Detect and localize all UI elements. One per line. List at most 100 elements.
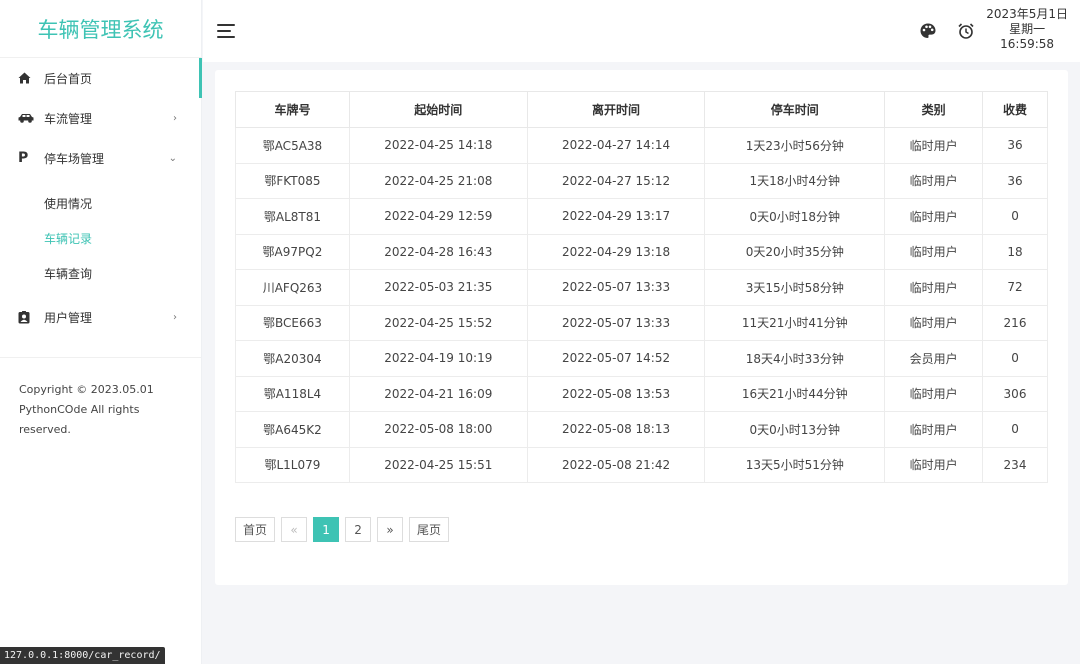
cell-start-time: 2022-04-21 16:09: [348, 375, 528, 412]
cell-plate: 鄂A645K2: [235, 411, 350, 448]
cell-duration: 18天4小时33分钟: [704, 340, 886, 377]
cell-plate: 鄂AL8T81: [235, 198, 350, 235]
cell-plate: 鄂A118L4: [235, 375, 350, 412]
cell-category: 临时用户: [884, 233, 984, 270]
status-bar-url: 127.0.0.1:8000/car_record/: [0, 647, 165, 664]
cell-leave-time: 2022-05-08 21:42: [526, 446, 706, 483]
sidebar: 车辆管理系统 后台首页 车流管理 › P 停车场管理 ⌄ 使用情况 车辆记录 车…: [0, 0, 202, 664]
table-row: 鄂A20304 2022-04-19 10:19 2022-05-07 14:52 1…: [235, 340, 1048, 377]
cell-leave-time: 2022-05-07 13:33: [526, 304, 706, 341]
cell-duration: 1天23小时56分钟: [704, 127, 886, 164]
cell-duration: 13天5小时51分钟: [704, 446, 886, 483]
table-row: 鄂FKT085 2022-04-25 21:08 2022-04-27 15:12 1…: [235, 162, 1048, 199]
table-header-row: 车牌号 起始时间 离开时间 停车时间 类别 收费: [235, 91, 1048, 128]
chevron-down-icon: ⌄: [168, 152, 177, 164]
page-button-1[interactable]: 1: [313, 517, 340, 542]
cell-fee: 216: [982, 304, 1048, 341]
cell-category: 临时用户: [884, 127, 984, 164]
sidebar-item-traffic[interactable]: 车流管理 ›: [0, 98, 201, 138]
home-icon: [18, 72, 44, 84]
table-body: 鄂AC5A38 2022-04-25 14:18 2022-04-27 14:14 1…: [235, 127, 1048, 483]
sidebar-item-label: 后台首页: [44, 71, 93, 86]
cell-leave-time: 2022-05-08 18:13: [526, 411, 706, 448]
page-button-2[interactable]: 2: [345, 517, 372, 542]
cell-category: 临时用户: [884, 162, 984, 199]
submenu-item-car-query[interactable]: 车辆查询: [0, 256, 201, 291]
cell-duration: 0天20小时35分钟: [704, 233, 886, 270]
header-datetime: 2023年5月1日 星期一 16:59:58: [986, 7, 1068, 52]
cell-start-time: 2022-05-03 21:35: [348, 269, 528, 306]
page-last-button[interactable]: 尾页: [409, 517, 450, 542]
topbar: 2023年5月1日 星期一 16:59:58: [203, 0, 1080, 62]
cell-duration: 0天0小时18分钟: [704, 198, 886, 235]
cell-category: 会员用户: [884, 340, 984, 377]
cell-duration: 11天21小时41分钟: [704, 304, 886, 341]
submenu-item-usage[interactable]: 使用情况: [0, 186, 201, 221]
column-header-fee: 收费: [982, 91, 1048, 128]
submenu-item-car-record[interactable]: 车辆记录: [0, 221, 201, 256]
parking-submenu: 使用情况 车辆记录 车辆查询: [0, 178, 201, 297]
main-panel: 车牌号 起始时间 离开时间 停车时间 类别 收费 鄂AC5A38 2022-04-…: [215, 70, 1068, 585]
column-header-start-time: 起始时间: [348, 91, 528, 128]
sidebar-item-home[interactable]: 后台首页: [0, 58, 202, 98]
menu-toggle-icon[interactable]: [217, 24, 235, 38]
cell-fee: 72: [982, 269, 1048, 306]
cell-plate: 鄂L1L079: [235, 446, 350, 483]
cell-start-time: 2022-04-25 15:51: [348, 446, 528, 483]
cell-start-time: 2022-04-25 14:18: [348, 127, 528, 164]
cell-start-time: 2022-05-08 18:00: [348, 411, 528, 448]
header-weekday: 星期一: [1009, 22, 1046, 36]
table-row: 鄂A645K2 2022-05-08 18:00 2022-05-08 18:13 0…: [235, 411, 1048, 448]
column-header-category: 类别: [884, 91, 984, 128]
header-date: 2023年5月1日: [986, 7, 1068, 21]
cell-start-time: 2022-04-28 16:43: [348, 233, 528, 270]
alarm-clock-icon[interactable]: [957, 22, 975, 40]
table-row: 鄂AC5A38 2022-04-25 14:18 2022-04-27 14:14 1…: [235, 127, 1048, 164]
cell-fee: 306: [982, 375, 1048, 412]
table-row: 川AFQ263 2022-05-03 21:35 2022-05-07 13:33 3…: [235, 269, 1048, 306]
app-title: 车辆管理系统: [0, 0, 201, 58]
cell-fee: 36: [982, 162, 1048, 199]
cell-fee: 0: [982, 411, 1048, 448]
cell-duration: 3天15小时58分钟: [704, 269, 886, 306]
car-icon: [18, 113, 44, 123]
sidebar-item-label: 用户管理: [44, 310, 93, 325]
column-header-leave-time: 离开时间: [526, 91, 706, 128]
cell-start-time: 2022-04-29 12:59: [348, 198, 528, 235]
cell-plate: 川AFQ263: [235, 269, 350, 306]
table-row: 鄂AL8T81 2022-04-29 12:59 2022-04-29 13:17 0…: [235, 198, 1048, 235]
car-record-table: 车牌号 起始时间 离开时间 停车时间 类别 收费 鄂AC5A38 2022-04-…: [235, 91, 1048, 483]
cell-duration: 16天21小时44分钟: [704, 375, 886, 412]
cell-fee: 234: [982, 446, 1048, 483]
cell-leave-time: 2022-05-08 13:53: [526, 375, 706, 412]
cell-leave-time: 2022-04-27 14:14: [526, 127, 706, 164]
sidebar-item-label: 停车场管理: [44, 151, 105, 166]
cell-plate: 鄂A20304: [235, 340, 350, 377]
cell-category: 临时用户: [884, 411, 984, 448]
cell-category: 临时用户: [884, 446, 984, 483]
palette-icon[interactable]: [919, 22, 937, 40]
user-card-icon: [18, 310, 44, 324]
sidebar-item-parking[interactable]: P 停车场管理 ⌄: [0, 138, 201, 178]
cell-start-time: 2022-04-19 10:19: [348, 340, 528, 377]
cell-leave-time: 2022-04-29 13:17: [526, 198, 706, 235]
page-first-button[interactable]: 首页: [235, 517, 276, 542]
page-prev-button[interactable]: «: [281, 517, 308, 542]
chevron-right-icon: ›: [173, 112, 177, 124]
column-header-duration: 停车时间: [704, 91, 886, 128]
sidebar-item-users[interactable]: 用户管理 ›: [0, 297, 201, 337]
copyright: Copyright © 2023.05.01 PythonCOde All ri…: [19, 383, 154, 436]
cell-fee: 0: [982, 198, 1048, 235]
cell-category: 临时用户: [884, 269, 984, 306]
cell-leave-time: 2022-05-07 14:52: [526, 340, 706, 377]
cell-plate: 鄂AC5A38: [235, 127, 350, 164]
page-next-button[interactable]: »: [377, 517, 404, 542]
cell-plate: 鄂BCE663: [235, 304, 350, 341]
chevron-right-icon: ›: [173, 311, 177, 323]
cell-fee: 0: [982, 340, 1048, 377]
table-row: 鄂L1L079 2022-04-25 15:51 2022-05-08 21:42 1…: [235, 446, 1048, 483]
cell-start-time: 2022-04-25 15:52: [348, 304, 528, 341]
sidebar-item-label: 车流管理: [44, 111, 93, 126]
cell-duration: 0天0小时13分钟: [704, 411, 886, 448]
cell-plate: 鄂A97PQ2: [235, 233, 350, 270]
